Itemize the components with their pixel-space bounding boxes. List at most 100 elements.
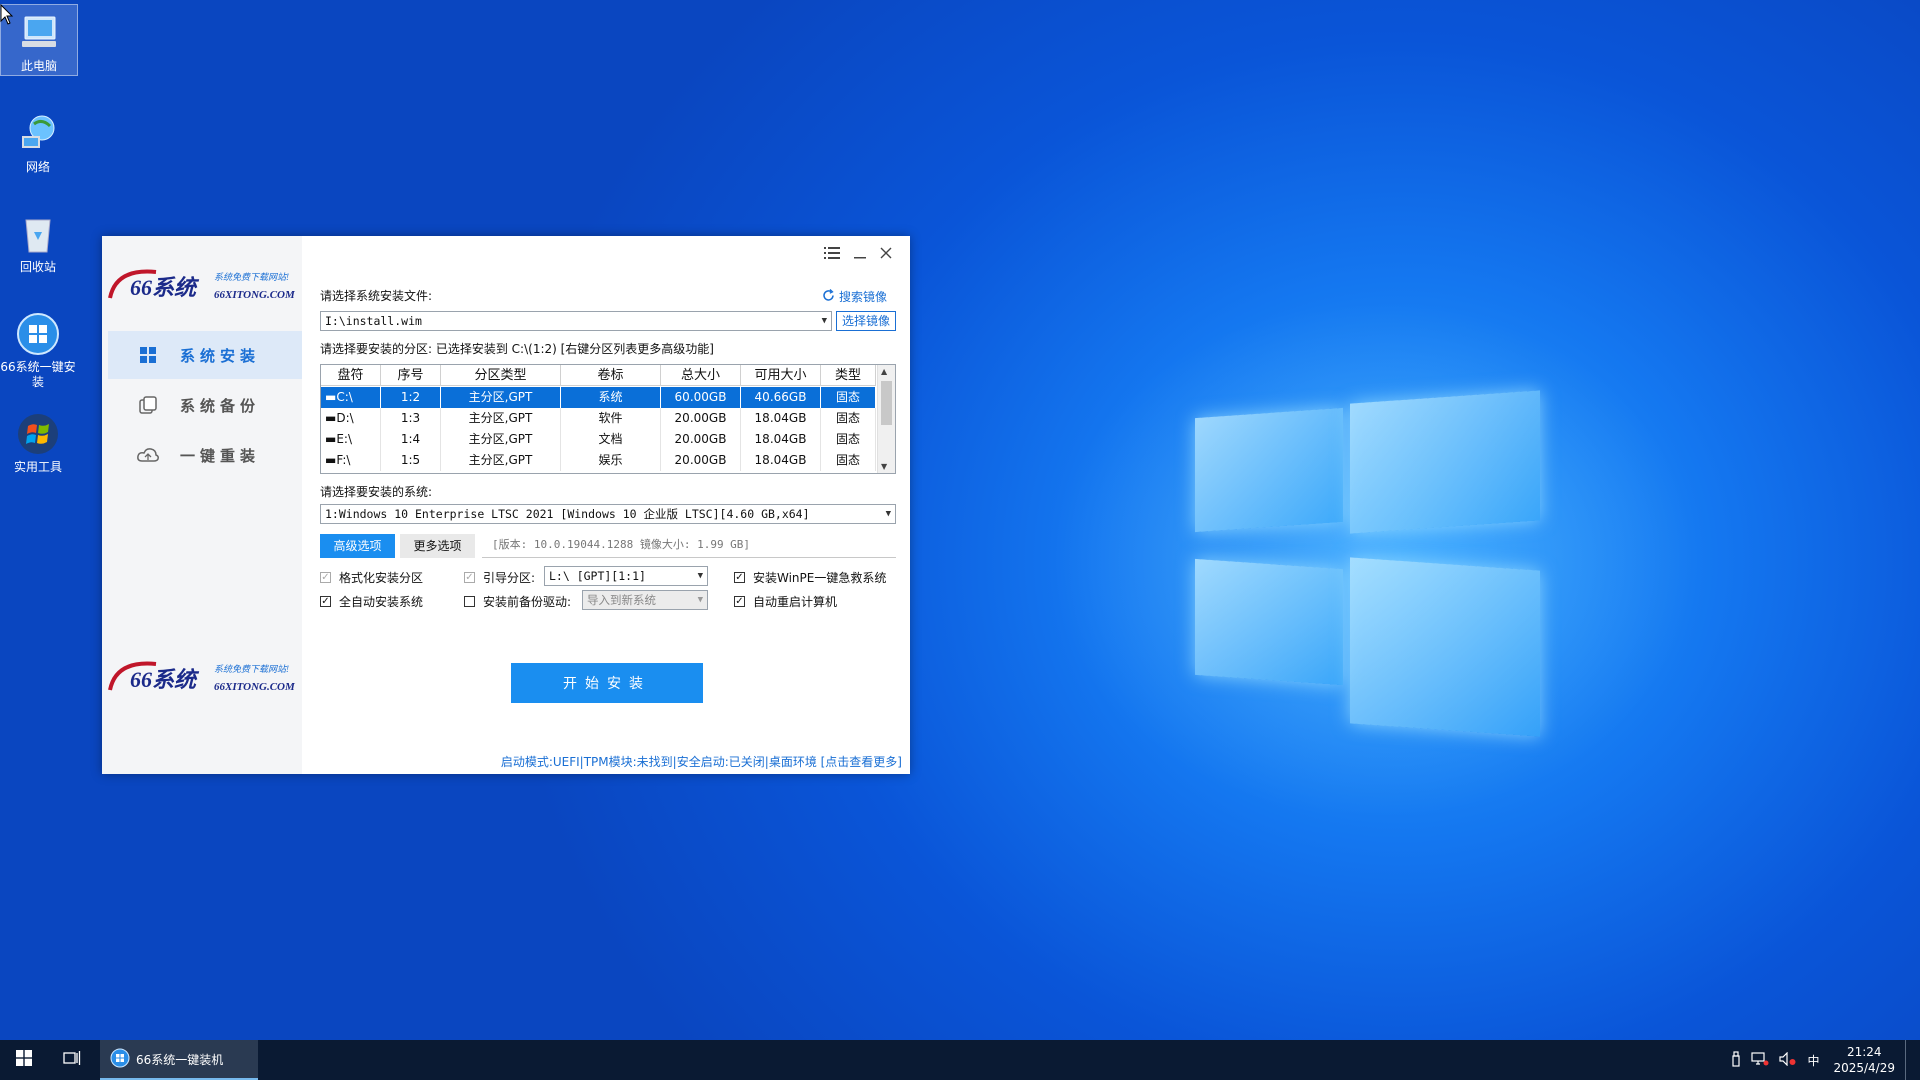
drive-icon: ▬ <box>325 432 337 446</box>
table-header: 盘符 序号 分区类型 卷标 总大小 可用大小 类型 <box>321 365 876 386</box>
taskbar-app-66-installer[interactable]: 66系统一键装机 <box>100 1040 258 1080</box>
table-cell: 20.00GB <box>661 429 741 450</box>
tab-divider <box>482 557 896 558</box>
backup-drivers-select[interactable]: 导入到新系统 ▼ <box>582 590 708 610</box>
taskbar-app-label: 66系统一键装机 <box>136 1052 224 1067</box>
clock[interactable]: 21:24 2025/4/29 <box>1833 1044 1895 1076</box>
boot-partition-value: L:\ [GPT][1:1] <box>549 569 646 583</box>
desktop-icon-label: 回收站 <box>19 260 56 274</box>
image-file-select[interactable]: I:\install.wim ▼ <box>320 311 832 331</box>
table-scrollbar[interactable]: ▲ ▼ <box>877 365 895 473</box>
checkbox-label: 格式化安装分区 <box>339 571 424 585</box>
column-header[interactable]: 类型 <box>821 365 876 386</box>
svg-text:66XITONG.COM: 66XITONG.COM <box>214 681 296 693</box>
chevron-down-icon: ▼ <box>697 595 703 605</box>
checkbox-label: 引导分区: <box>483 571 536 585</box>
ime-indicator[interactable]: 中 <box>1807 1052 1819 1069</box>
table-cell: 主分区,GPT <box>441 429 561 450</box>
scroll-down-icon[interactable]: ▼ <box>881 462 887 471</box>
mouse-cursor-icon <box>0 3 14 30</box>
start-install-button[interactable]: 开始安装 <box>511 663 703 703</box>
table-cell: D:\ <box>336 411 354 425</box>
table-cell: 1:5 <box>381 450 441 471</box>
boot-partition-select[interactable]: L:\ [GPT][1:1] ▼ <box>544 566 708 586</box>
boot-partition-checkbox[interactable]: ✓ 引导分区: <box>464 569 535 586</box>
auto-restart-checkbox[interactable]: ✓ 自动重启计算机 <box>734 593 837 610</box>
usb-icon[interactable] <box>1731 1050 1741 1070</box>
tab-advanced-options[interactable]: 高级选项 <box>320 534 395 558</box>
desktop-icon-label: 实用工具 <box>13 460 62 474</box>
backup-drivers-checkbox[interactable]: 安装前备份驱动: <box>464 593 571 610</box>
install-winpe-checkbox[interactable]: ✓ 安装WinPE一键急救系统 <box>734 569 886 586</box>
tab-more-options[interactable]: 更多选项 <box>400 534 475 558</box>
nav-system-install[interactable]: 系统安装 <box>108 331 302 379</box>
format-partition-checkbox[interactable]: ✓ 格式化安装分区 <box>320 569 423 586</box>
network-icon <box>16 112 60 156</box>
close-icon[interactable] <box>880 247 892 263</box>
browse-image-button[interactable]: 选择镜像 <box>836 311 896 331</box>
desktop-icon-label: 此电脑 <box>20 59 57 73</box>
nav-system-backup[interactable]: 系统备份 <box>108 381 302 429</box>
cloud-icon <box>134 446 162 464</box>
nav-label: 系统安装 <box>180 346 261 365</box>
chevron-down-icon: ▼ <box>697 571 703 581</box>
desktop-icon-utilities[interactable]: 实用工具 <box>0 406 76 475</box>
status-bar-link[interactable]: 启动模式:UEFI|TPM模块:未找到|安全启动:已关闭|桌面环境 [点击查看更… <box>501 753 902 770</box>
drive-icon: ▬ <box>325 411 337 425</box>
menu-icon[interactable] <box>824 246 840 264</box>
auto-install-checkbox[interactable]: ✓ 全自动安装系统 <box>320 593 423 610</box>
table-cell: 1:3 <box>381 408 441 429</box>
clock-date: 2025/4/29 <box>1833 1061 1895 1075</box>
show-desktop-button[interactable] <box>1905 1040 1906 1080</box>
table-cell: 固态 <box>821 450 876 471</box>
table-row[interactable]: ▬C:\ 1:2 主分区,GPT 系统 60.00GB 40.66GB 固态 <box>321 387 876 408</box>
brand-logo-top: 66系统 系统免费下载网站! 66XITONG.COM <box>106 262 298 308</box>
system-select[interactable]: 1:Windows 10 Enterprise LTSC 2021 [Windo… <box>320 504 896 524</box>
desktop-icon-network[interactable]: 网络 <box>0 106 76 175</box>
table-cell: 60.00GB <box>661 387 741 408</box>
table-cell: 20.00GB <box>661 450 741 471</box>
task-view-icon <box>63 1050 81 1070</box>
backup-drivers-value: 导入到新系统 <box>587 593 656 607</box>
table-cell: 文档 <box>561 429 661 450</box>
volume-muted-icon[interactable] <box>1779 1051 1797 1069</box>
checkmark-icon: ✓ <box>734 595 745 607</box>
desktop-icon-recycle-bin[interactable]: 回收站 <box>0 206 76 275</box>
windows-flag-icon <box>16 412 60 456</box>
task-view-button[interactable] <box>48 1040 96 1080</box>
checkbox-label: 安装WinPE一键急救系统 <box>753 571 887 585</box>
network-icon[interactable] <box>1751 1051 1769 1069</box>
column-header[interactable]: 序号 <box>381 365 441 386</box>
computer-icon <box>17 11 61 55</box>
desktop-icon-label: 网络 <box>25 160 50 174</box>
minimize-icon[interactable] <box>854 246 866 264</box>
scrollbar-thumb[interactable] <box>881 381 892 425</box>
table-row[interactable]: ▬E:\ 1:4 主分区,GPT 文档 20.00GB 18.04GB 固态 <box>321 429 876 450</box>
recycle-bin-icon <box>16 212 60 256</box>
system-select-label: 请选择要安装的系统: <box>320 485 433 499</box>
nav-one-click-reinstall[interactable]: 一键重装 <box>108 431 302 479</box>
table-cell: 18.04GB <box>741 429 821 450</box>
desktop-icon-66-installer[interactable]: 66系统一键安装 <box>0 306 76 390</box>
table-cell: 固态 <box>821 408 876 429</box>
column-header[interactable]: 可用大小 <box>741 365 821 386</box>
version-info: [版本: 10.0.19044.1288 镜像大小: 1.99 GB] <box>492 538 751 551</box>
column-header[interactable]: 卷标 <box>561 365 661 386</box>
table-cell: F:\ <box>336 453 351 467</box>
table-row[interactable]: ▬D:\ 1:3 主分区,GPT 软件 20.00GB 18.04GB 固态 <box>321 408 876 429</box>
table-cell: 40.66GB <box>741 387 821 408</box>
sidebar: 66系统 系统免费下载网站! 66XITONG.COM 系统安装 系统备份 一键… <box>102 236 302 774</box>
start-button[interactable] <box>0 1040 48 1080</box>
table-row[interactable]: ▬F:\ 1:5 主分区,GPT 娱乐 20.00GB 18.04GB 固态 <box>321 450 876 471</box>
refresh-icon <box>822 288 835 305</box>
column-header[interactable]: 分区类型 <box>441 365 561 386</box>
window-controls <box>824 246 892 264</box>
column-header[interactable]: 盘符 <box>321 365 381 386</box>
scroll-up-icon[interactable]: ▲ <box>881 367 887 376</box>
chevron-down-icon: ▼ <box>885 509 891 519</box>
table-cell: 主分区,GPT <box>441 450 561 471</box>
checkbox-label: 安装前备份驱动: <box>483 595 572 609</box>
search-image-link[interactable]: 搜索镜像 <box>822 288 887 305</box>
column-header[interactable]: 总大小 <box>661 365 741 386</box>
chevron-down-icon: ▼ <box>821 316 827 326</box>
